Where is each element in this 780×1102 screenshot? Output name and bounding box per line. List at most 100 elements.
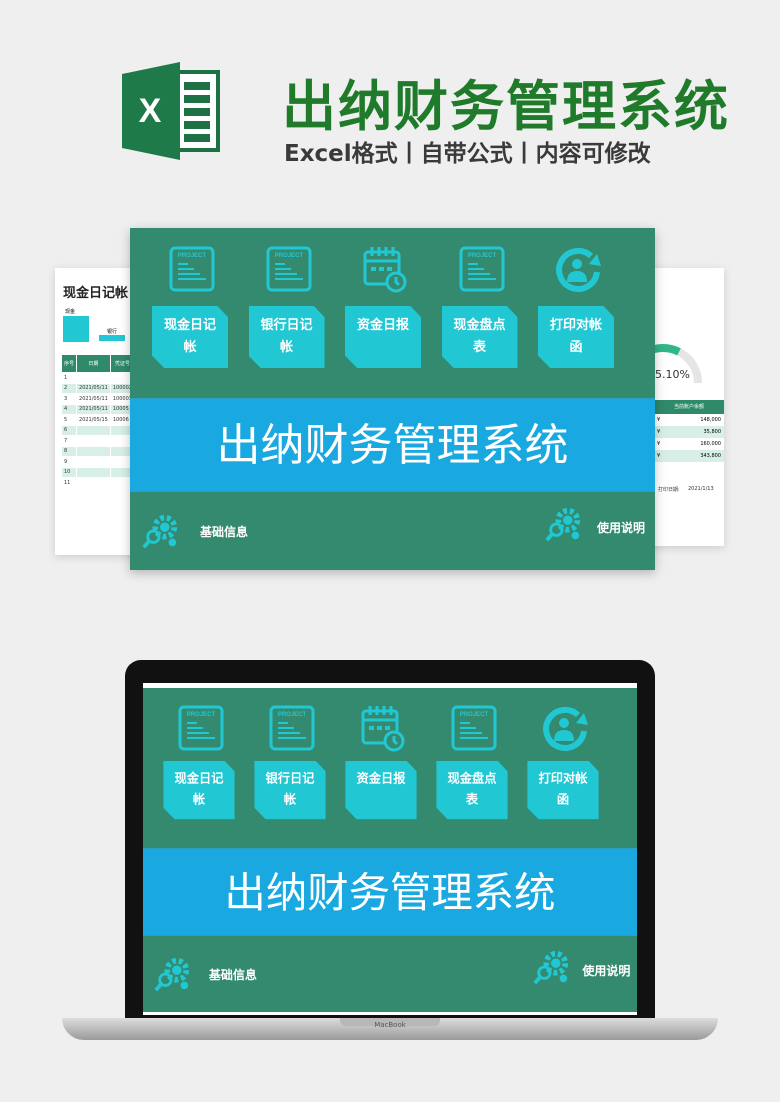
menu-tile-label: 现金盘点表 bbox=[447, 772, 497, 808]
balance-row: ¥343,800 bbox=[654, 450, 724, 462]
basic-info-button[interactable]: 基础信息 bbox=[200, 523, 248, 540]
calendar-clock-icon bbox=[360, 703, 406, 753]
table-cell bbox=[76, 445, 111, 457]
balance-row: ¥35,800 bbox=[654, 426, 724, 438]
currency: ¥ bbox=[657, 429, 661, 435]
user-refresh-icon bbox=[555, 244, 601, 294]
print-date: 2021/1/13 bbox=[688, 486, 714, 492]
banner-title: 出纳财务管理系统 bbox=[143, 847, 637, 937]
table-row: 9 bbox=[60, 456, 135, 468]
gear-search-icon bbox=[533, 948, 571, 990]
menu-tile[interactable]: 银行日记帐 bbox=[248, 306, 325, 368]
system-menu-panel-laptop: PROJECT 现金日记帐 PROJECT 银行日记帐 资金日报 PROJECT 现金盘点表… bbox=[143, 688, 637, 1012]
table-cell: 2 bbox=[60, 382, 78, 394]
balance-value: 35,800 bbox=[703, 429, 722, 435]
menu-tile-label: 银行日记帐 bbox=[265, 772, 315, 808]
table-row: 3 2021/05/11 100003 bbox=[60, 393, 135, 405]
instructions-button[interactable]: 使用说明 bbox=[582, 962, 630, 979]
column-header: 日期 bbox=[76, 354, 111, 373]
svg-text:PROJECT: PROJECT bbox=[178, 253, 207, 259]
menu-tile-label: 银行日记帐 bbox=[260, 318, 313, 355]
table-cell: 10 bbox=[60, 466, 78, 478]
table-cell bbox=[76, 477, 111, 489]
balance-row: ¥160,000 bbox=[654, 438, 724, 450]
gear-search-icon bbox=[545, 505, 583, 547]
svg-text:PROJECT: PROJECT bbox=[467, 253, 496, 259]
table-cell: 2021/05/11 bbox=[76, 382, 111, 394]
system-menu-panel: PROJECT 现金日记帐 PROJECT 银行日记帐 资金日报 PROJECT 现金盘点表… bbox=[130, 228, 655, 570]
table-cell: 2021/05/15 bbox=[76, 414, 111, 426]
table-cell bbox=[76, 435, 111, 447]
calendar-clock-icon bbox=[362, 244, 408, 294]
currency: ¥ bbox=[657, 441, 661, 447]
table-cell bbox=[76, 372, 111, 384]
svg-text:PROJECT: PROJECT bbox=[274, 253, 303, 259]
menu-tile-label: 打印对帐函 bbox=[549, 318, 602, 355]
user-refresh-icon bbox=[542, 703, 588, 753]
project-report-icon: PROJECT bbox=[178, 703, 224, 753]
project-report-icon: PROJECT bbox=[169, 244, 215, 294]
table-cell: 7 bbox=[60, 435, 78, 447]
menu-tile[interactable]: 现金日记帐 bbox=[152, 306, 228, 368]
project-report-icon: PROJECT bbox=[266, 244, 312, 294]
table-row: 1 bbox=[60, 372, 135, 384]
bar-label: 现金 bbox=[65, 309, 76, 315]
table-cell: 8 bbox=[60, 445, 78, 457]
svg-text:X: X bbox=[139, 92, 162, 130]
table-cell bbox=[76, 424, 111, 436]
table-cell: 9 bbox=[60, 456, 78, 468]
table-row: 4 2021/05/11 10005 bbox=[60, 403, 135, 415]
table-row: 8 bbox=[60, 445, 135, 457]
instructions-button[interactable]: 使用说明 bbox=[597, 519, 645, 536]
table-cell: 2021/05/11 bbox=[76, 393, 111, 405]
laptop-screen: PROJECT 现金日记帐 PROJECT 银行日记帐 资金日报 PROJECT 现金盘点表… bbox=[143, 683, 637, 1015]
table-row: 6 bbox=[60, 424, 135, 436]
print-date-label: 打印日期: bbox=[658, 487, 680, 493]
table-cell: 6 bbox=[60, 424, 78, 436]
table-row: 10 bbox=[60, 466, 135, 478]
table-row: 2 2021/05/11 100002 bbox=[60, 382, 135, 394]
bar-label: 银行 bbox=[107, 329, 118, 335]
menu-tile[interactable]: 银行日记帐 bbox=[254, 761, 326, 820]
basic-info-button[interactable]: 基础信息 bbox=[209, 966, 257, 983]
menu-tile[interactable]: 打印对帐函 bbox=[526, 761, 599, 820]
project-report-icon: PROJECT bbox=[459, 244, 505, 294]
table-cell bbox=[76, 466, 111, 478]
excel-logo-icon: X bbox=[122, 62, 220, 160]
table-cell: 4 bbox=[60, 403, 78, 415]
banner-title: 出纳财务管理系统 bbox=[130, 398, 655, 492]
balance-value: 343,800 bbox=[700, 453, 721, 459]
table-row: 11 bbox=[60, 477, 135, 489]
balance-value: 160,000 bbox=[700, 441, 721, 447]
laptop-brand: MacBook bbox=[374, 1021, 406, 1029]
menu-tile[interactable]: 现金日记帐 bbox=[163, 761, 236, 820]
table-row: 5 2021/05/15 10006 bbox=[60, 414, 135, 426]
sheet-title: 现金日记帐 bbox=[63, 286, 129, 301]
cash-bar bbox=[63, 316, 89, 342]
bank-bar bbox=[99, 335, 125, 341]
menu-tile[interactable]: 现金盘点表 bbox=[435, 761, 508, 820]
table-row: 7 bbox=[60, 435, 135, 447]
table-cell: 5 bbox=[60, 414, 78, 426]
menu-tile[interactable]: 现金盘点表 bbox=[441, 306, 518, 368]
table-cell: 11 bbox=[60, 477, 78, 489]
gear-search-icon bbox=[154, 955, 192, 997]
svg-text:PROJECT: PROJECT bbox=[460, 712, 489, 718]
journal-table: 序号 日期 凭证号 1 2 2021/05/11 100002 3 2021/05/11 1000… bbox=[60, 354, 135, 489]
table-cell: 2021/05/11 bbox=[76, 403, 111, 415]
table-cell: 3 bbox=[60, 393, 78, 405]
menu-tile-label: 现金日记帐 bbox=[174, 772, 224, 808]
currency: ¥ bbox=[657, 453, 661, 459]
page-title: 出纳财务管理系统 bbox=[282, 75, 730, 138]
balance-header: 当前账户余额 bbox=[654, 400, 724, 414]
menu-tile[interactable]: 资金日报 bbox=[345, 761, 417, 820]
menu-tile[interactable]: 资金日报 bbox=[345, 306, 421, 368]
menu-tile[interactable]: 打印对帐函 bbox=[538, 306, 614, 368]
project-report-icon: PROJECT bbox=[451, 703, 497, 753]
balance-row: ¥148,000 bbox=[654, 414, 724, 426]
menu-tile-label: 现金日记帐 bbox=[163, 318, 216, 355]
menu-tile-label: 打印对帐函 bbox=[538, 772, 587, 808]
balance-value: 148,000 bbox=[700, 417, 721, 423]
currency: ¥ bbox=[657, 417, 661, 423]
svg-text:PROJECT: PROJECT bbox=[278, 712, 307, 718]
